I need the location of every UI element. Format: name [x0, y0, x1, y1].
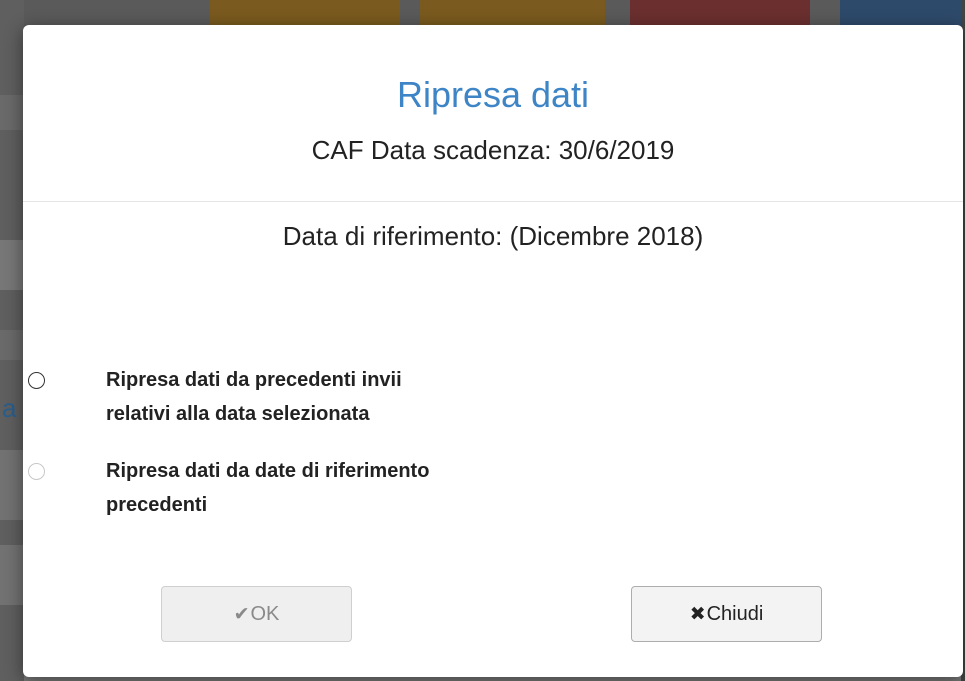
radio-previous-submissions[interactable]	[28, 372, 45, 389]
bg-left-cell	[0, 450, 24, 520]
bg-left-cell	[0, 95, 24, 130]
reference-date-label: Data di riferimento: (Dicembre 2018)	[282, 221, 704, 251]
dialog-subtitle: CAF Data scadenza: 30/6/2019	[311, 135, 675, 165]
close-button[interactable]: ✖Chiudi	[631, 586, 822, 642]
bg-left-cell	[0, 545, 24, 605]
option-label-line: Ripresa dati da precedenti invii	[106, 369, 402, 391]
close-button-label: Chiudi	[706, 603, 764, 625]
bg-left-cell	[0, 240, 24, 290]
bg-partial-text: a	[2, 393, 17, 423]
dialog-title: Ripresa dati	[396, 74, 590, 115]
ripresa-dati-dialog: Ripresa dati CAF Data scadenza: 30/6/201…	[23, 25, 963, 677]
radio-previous-reference-dates	[28, 463, 45, 480]
check-icon: ✔	[233, 603, 250, 625]
close-icon: ✖	[689, 603, 706, 625]
option-previous-reference-dates-label: Ripresa dati da date di riferimento prec…	[106, 454, 506, 522]
dialog-header: Ripresa dati CAF Data scadenza: 30/6/201…	[23, 25, 963, 202]
ok-button[interactable]: ✔OK	[161, 586, 352, 642]
option-label-line: Ripresa dati da date di riferimento	[106, 460, 430, 482]
option-previous-submissions-label[interactable]: Ripresa dati da precedenti invii relativ…	[106, 363, 506, 431]
bg-left-cell	[0, 330, 24, 360]
option-label-line: relativi alla data selezionata	[106, 403, 370, 425]
ok-button-label: OK	[250, 603, 280, 625]
option-label-line: precedenti	[106, 494, 208, 516]
